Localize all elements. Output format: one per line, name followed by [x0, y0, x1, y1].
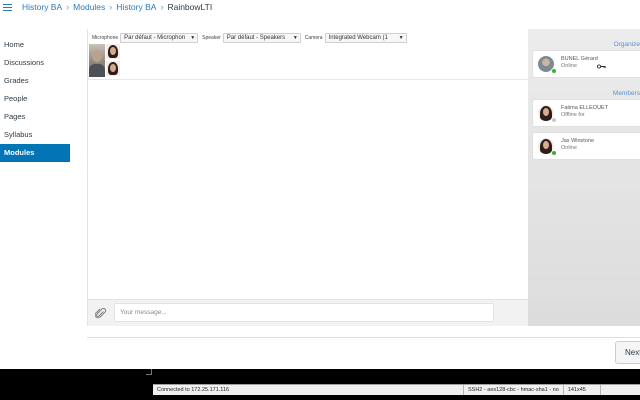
- speaker-label: Speaker: [202, 35, 221, 41]
- camera-select-value: Integrated Webcam (1: [328, 35, 388, 41]
- microphone-select-value: Par défaut - Microphon: [124, 35, 186, 41]
- course-navigation: Home Discussions Grades People Pages Syl…: [0, 36, 70, 162]
- breadcrumb: History BA › Modules › History BA › Rain…: [22, 1, 212, 13]
- chat-messages-area: [88, 81, 528, 299]
- canvas-lms-window: History BA › Modules › History BA › Rain…: [0, 0, 640, 400]
- members-section-title: Members: [612, 90, 640, 97]
- course-header: History BA › Modules › History BA › Rain…: [0, 0, 640, 15]
- participant-status: Online: [561, 63, 577, 69]
- course-nav-modules[interactable]: Modules: [0, 144, 70, 162]
- terminal-size: 141x45: [562, 385, 590, 395]
- participants-panel: Organize BUNEL Gérard Online Members Fat…: [528, 29, 640, 326]
- connection-details: SSH2 - aes128-cbc - hmac-sha1 - no 141x4…: [463, 385, 590, 395]
- media-device-bar: Microphone Par défaut - Microphon ▼ Spea…: [88, 32, 528, 44]
- course-nav-grades[interactable]: Grades: [0, 72, 70, 90]
- participant-name: Fatima ELLEOUET: [561, 105, 609, 111]
- course-nav-syllabus[interactable]: Syllabus: [0, 126, 70, 144]
- presence-dot-icon: [551, 150, 557, 156]
- course-nav-pages[interactable]: Pages: [0, 108, 70, 126]
- key-icon: [596, 56, 606, 69]
- paperclip-icon[interactable]: [94, 307, 107, 319]
- caret-down-icon: ▼: [292, 35, 298, 41]
- next-button[interactable]: Next: [615, 341, 640, 364]
- breadcrumb-link-module[interactable]: History BA: [116, 2, 156, 12]
- organizer-section-title: Organize: [613, 41, 640, 48]
- speaker-select[interactable]: Par défaut - Speakers ▼: [222, 33, 301, 43]
- protocol-info: SSH2 - aes128-cbc - hmac-sha1 - no: [463, 385, 563, 395]
- window-corner: [146, 369, 152, 375]
- connection-status: Connected to 172.25.171.116: [157, 387, 230, 393]
- chevron-right-icon: ›: [109, 2, 113, 12]
- status-cell: [600, 385, 640, 395]
- chevron-right-icon: ›: [66, 2, 70, 12]
- caret-down-icon: ▼: [398, 35, 404, 41]
- participant-status: Offline for: [561, 112, 585, 118]
- presence-dot-icon: [551, 68, 557, 74]
- speaker-select-value: Par défaut - Speakers: [226, 35, 286, 41]
- message-composer: [88, 299, 528, 326]
- breadcrumb-link-modules[interactable]: Modules: [73, 2, 105, 12]
- course-nav-home[interactable]: Home: [0, 36, 70, 54]
- hamburger-icon[interactable]: [3, 4, 12, 11]
- breadcrumb-current-page: RainbowLTI: [167, 2, 213, 12]
- participant-status: Online: [561, 145, 577, 151]
- camera-select[interactable]: Integrated Webcam (1 ▼: [324, 33, 407, 43]
- microphone-label: Microphone: [92, 35, 119, 41]
- participant-video-thumbnail[interactable]: [106, 61, 120, 76]
- terminal-status-bar: Connected to 172.25.171.116 SSH2 - aes12…: [153, 384, 640, 395]
- rainbow-lti-frame: Microphone Par défaut - Microphon ▼ Spea…: [87, 29, 528, 326]
- caret-down-icon: ▼: [190, 35, 196, 41]
- organizer-card[interactable]: BUNEL Gérard Online: [532, 50, 640, 78]
- participant-name: BUNEL Gérard: [561, 56, 598, 62]
- breadcrumb-link-course[interactable]: History BA: [22, 2, 62, 12]
- participant-name: Jas Winstone: [561, 138, 595, 144]
- presence-dot-icon: [551, 117, 557, 123]
- chevron-right-icon: ›: [160, 2, 164, 12]
- course-nav-people[interactable]: People: [0, 90, 70, 108]
- member-card[interactable]: Fatima ELLEOUET Offline for: [532, 99, 640, 127]
- message-input[interactable]: [114, 303, 494, 322]
- course-nav-discussions[interactable]: Discussions: [0, 54, 70, 72]
- microphone-select[interactable]: Par défaut - Microphon ▼: [120, 33, 199, 43]
- member-card[interactable]: Jas Winstone Online: [532, 132, 640, 160]
- participant-video-thumbnail[interactable]: [106, 44, 120, 59]
- camera-label: Camera: [304, 35, 323, 41]
- video-strip: [88, 44, 528, 80]
- local-video[interactable]: [89, 44, 105, 77]
- footer-divider: [87, 337, 640, 338]
